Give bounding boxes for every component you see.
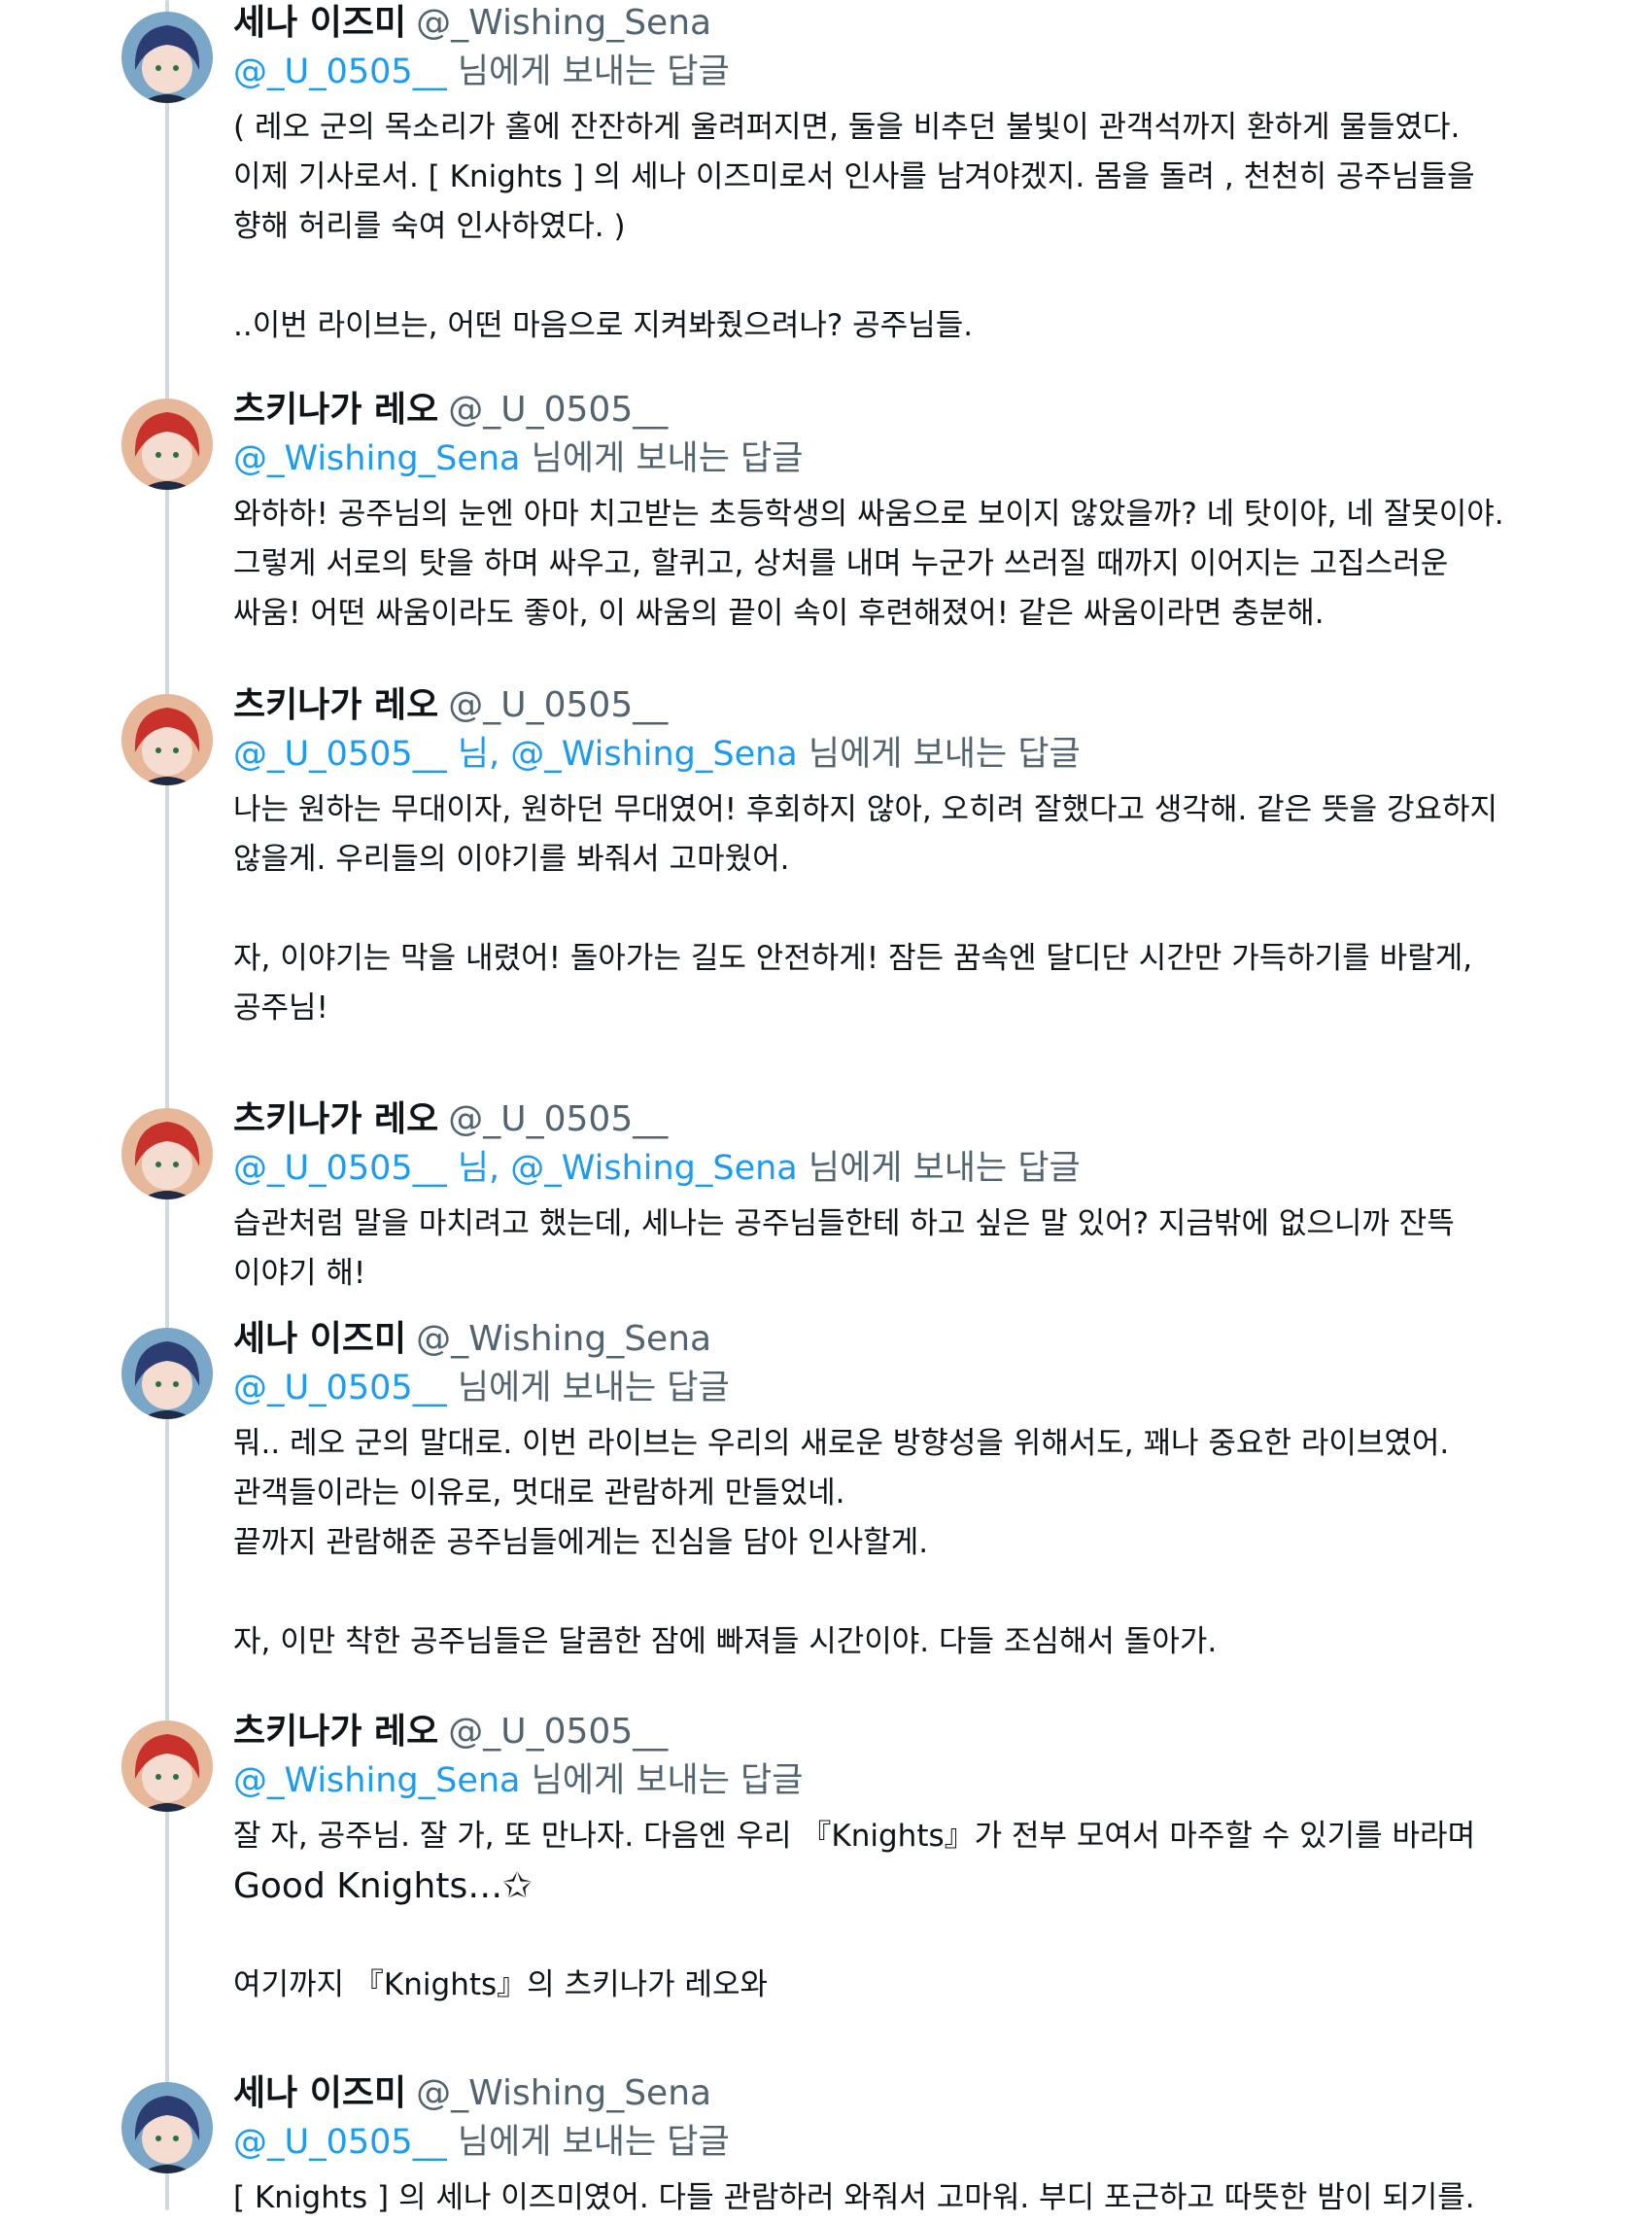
tweet-text-line: ( 레오 군의 목소리가 홀에 잔잔하게 울려퍼지면, 둘을 비추던 불빛이 관… <box>233 110 1461 145</box>
tweet-text-line <box>233 885 1550 934</box>
tweet-text: 습관처럼 말을 마치려고 했는데, 세나는 공주님들한테 하고 싶은 말 있어?… <box>233 1199 1550 1299</box>
author-name[interactable]: 츠키나가 레오 <box>233 685 438 725</box>
tweet-text-line: Good Knights…✩ <box>233 1866 533 1906</box>
leo-avatar-icon <box>121 1720 213 1812</box>
author-handle[interactable]: @_U_0505__ <box>448 390 668 430</box>
sena-avatar[interactable] <box>121 1328 213 1419</box>
tweet-text-line <box>233 1568 1550 1617</box>
tweet-text-line: 뭐.. 레오 군의 말대로. 이번 라이브는 우리의 새로운 방향성을 위해서도… <box>233 1426 1450 1461</box>
author-handle[interactable]: @_U_0505__ <box>448 1712 668 1752</box>
reply-mention-link[interactable]: @_Wishing_Sena <box>233 1761 520 1800</box>
tweet-text-line: 싸움! 어떤 싸움이라도 좋아, 이 싸움의 끝이 속이 후련해졌어! 같은 싸… <box>233 596 1325 631</box>
leo-avatar-icon <box>121 1108 213 1199</box>
tweet-text-line: 끝까지 관람해준 공주님들에게는 진심을 담아 인사할게. <box>233 1525 929 1560</box>
leo-avatar[interactable] <box>121 694 213 785</box>
reply-suffix: 님에게 보내는 답글 <box>797 735 1081 774</box>
tweet-header: 츠키나가 레오 @_U_0505__ <box>233 682 1550 729</box>
tweet-text: 나는 원하는 무대이자, 원하던 무대였어! 후회하지 않아, 오히려 잘했다고… <box>233 785 1550 1033</box>
tweet-text-line: 잘 자, 공주님. 잘 가, 또 만나자. 다음엔 우리 『Knights』가 … <box>233 1819 1476 1854</box>
reply-mention-link[interactable]: @_U_0505__ <box>233 1369 447 1407</box>
tweet-text: 잘 자, 공주님. 잘 가, 또 만나자. 다음엔 우리 『Knights』가 … <box>233 1812 1550 2010</box>
tweet-text: 와하하! 공주님의 눈엔 아마 치고받는 초등학생의 싸움으로 보이지 않았을까… <box>233 490 1550 639</box>
tweet-text-line: 관객들이라는 이유로, 멋대로 관람하게 만들었네. <box>233 1476 845 1511</box>
tweet-text-line: 여기까지 『Knights』의 츠키나가 레오와 <box>233 1967 769 2002</box>
leo-avatar[interactable] <box>121 1108 213 1199</box>
tweet-text-line <box>233 252 1550 301</box>
replying-to: @_U_0505__ 님에게 보내는 답글 <box>233 49 1550 95</box>
tweet-text: 뭐.. 레오 군의 말대로. 이번 라이브는 우리의 새로운 방향성을 위해서도… <box>233 1419 1550 1667</box>
tweet-header: 세나 이즈미 @_Wishing_Sena <box>233 1316 1550 1363</box>
tweet-header: 츠키나가 레오 @_U_0505__ <box>233 387 1550 434</box>
tweet-text: [ Knights ] 의 세나 이즈미였어. 다들 관람하러 와줘서 고마워.… <box>233 2173 1550 2223</box>
replying-to: @_Wishing_Sena 님에게 보내는 답글 <box>233 1757 1550 1804</box>
reply-suffix: 님에게 보내는 답글 <box>520 1761 804 1800</box>
leo-avatar[interactable] <box>121 1720 213 1812</box>
tweet-text-line: 공주님! <box>233 990 328 1025</box>
reply-suffix: 님에게 보내는 답글 <box>446 52 730 91</box>
reply-mention-link[interactable]: @_U_0505__ 님, @_Wishing_Sena <box>233 1149 798 1188</box>
tweet-text-line: 이야기 해! <box>233 1256 366 1291</box>
tweet-text-line: 향해 허리를 숙여 인사하였다. ) <box>233 209 626 244</box>
reply-mention-link[interactable]: @_U_0505__ 님, @_Wishing_Sena <box>233 735 798 774</box>
author-name[interactable]: 츠키나가 레오 <box>233 1099 438 1139</box>
author-handle[interactable]: @_U_0505__ <box>448 685 668 725</box>
replying-to: @_U_0505__ 님에게 보내는 답글 <box>233 1365 1550 1411</box>
replying-to: @_U_0505__ 님에게 보내는 답글 <box>233 2119 1550 2166</box>
sena-avatar-icon <box>121 12 213 103</box>
leo-avatar[interactable] <box>121 399 213 490</box>
author-name[interactable]: 세나 이즈미 <box>233 1319 406 1359</box>
replying-to: @_U_0505__ 님, @_Wishing_Sena 님에게 보내는 답글 <box>233 1145 1550 1192</box>
reply-mention-link[interactable]: @_U_0505__ <box>233 2123 447 2162</box>
reply-mention-link[interactable]: @_Wishing_Sena <box>233 439 520 478</box>
author-name[interactable]: 세나 이즈미 <box>233 3 406 43</box>
leo-avatar-icon <box>121 399 213 490</box>
author-handle[interactable]: @_Wishing_Sena <box>416 3 711 43</box>
author-handle[interactable]: @_Wishing_Sena <box>416 2073 711 2113</box>
tweet-text-line: 자, 이만 착한 공주님들은 달콤한 잠에 빠져들 시간이야. 다들 조심해서 … <box>233 1624 1218 1659</box>
tweet-text-line: 그렇게 서로의 탓을 하며 싸우고, 할퀴고, 상처를 내며 누군가 쓰러질 때… <box>233 546 1449 581</box>
tweet-text-line: 나는 원하는 무대이자, 원하던 무대였어! 후회하지 않아, 오히려 잘했다고… <box>233 792 1498 827</box>
replying-to: @_Wishing_Sena 님에게 보내는 답글 <box>233 435 1550 482</box>
tweet-text-line: 않을게. 우리들의 이야기를 봐줘서 고마웠어. <box>233 842 790 877</box>
tweet-text-line: 습관처럼 말을 마치려고 했는데, 세나는 공주님들한테 하고 싶은 말 있어?… <box>233 1206 1455 1241</box>
reply-thread: 세나 이즈미 @_Wishing_Sena @_U_0505__ 님에게 보내는 답… <box>0 0 1652 2215</box>
tweet-text-line <box>233 1911 1550 1961</box>
tweet-text-line: 와하하! 공주님의 눈엔 아마 치고받는 초등학생의 싸움으로 보이지 않았을까… <box>233 497 1504 532</box>
tweet-header: 세나 이즈미 @_Wishing_Sena <box>233 0 1550 47</box>
reply-suffix: 님에게 보내는 답글 <box>446 2123 730 2162</box>
author-name[interactable]: 츠키나가 레오 <box>233 1712 438 1752</box>
tweet-text-line: ..이번 라이브는, 어떤 마음으로 지켜봐줬으려나? 공주님들. <box>233 308 974 343</box>
tweet-header: 츠키나가 레오 @_U_0505__ <box>233 1709 1550 1755</box>
sena-avatar-icon <box>121 1328 213 1419</box>
reply-suffix: 님에게 보내는 답글 <box>446 1369 730 1407</box>
author-handle[interactable]: @_Wishing_Sena <box>416 1319 711 1359</box>
tweet-text-line: 자, 이야기는 막을 내렸어! 돌아가는 길도 안전하게! 잠든 꿈속엔 달디단… <box>233 941 1473 976</box>
thread-connector-line <box>165 0 169 2210</box>
tweet-header: 츠키나가 레오 @_U_0505__ <box>233 1096 1550 1143</box>
tweet-header: 세나 이즈미 @_Wishing_Sena <box>233 2070 1550 2117</box>
sena-avatar[interactable] <box>121 12 213 103</box>
tweet-text: ( 레오 군의 목소리가 홀에 잔잔하게 울려퍼지면, 둘을 비추던 불빛이 관… <box>233 103 1550 351</box>
reply-mention-link[interactable]: @_U_0505__ <box>233 52 447 91</box>
author-name[interactable]: 츠키나가 레오 <box>233 390 438 430</box>
author-name[interactable]: 세나 이즈미 <box>233 2073 406 2113</box>
reply-suffix: 님에게 보내는 답글 <box>520 439 804 478</box>
tweet-text-line: 이제 기사로서. [ Knights ] 의 세나 이즈미로서 인사를 남겨야겠… <box>233 159 1475 194</box>
replying-to: @_U_0505__ 님, @_Wishing_Sena 님에게 보내는 답글 <box>233 731 1550 778</box>
tweet-text-line: [ Knights ] 의 세나 이즈미였어. 다들 관람하러 와줘서 고마워.… <box>233 2180 1475 2215</box>
sena-avatar[interactable] <box>121 2082 213 2173</box>
sena-avatar-icon <box>121 2082 213 2173</box>
leo-avatar-icon <box>121 694 213 785</box>
reply-suffix: 님에게 보내는 답글 <box>797 1149 1081 1188</box>
author-handle[interactable]: @_U_0505__ <box>448 1099 668 1139</box>
